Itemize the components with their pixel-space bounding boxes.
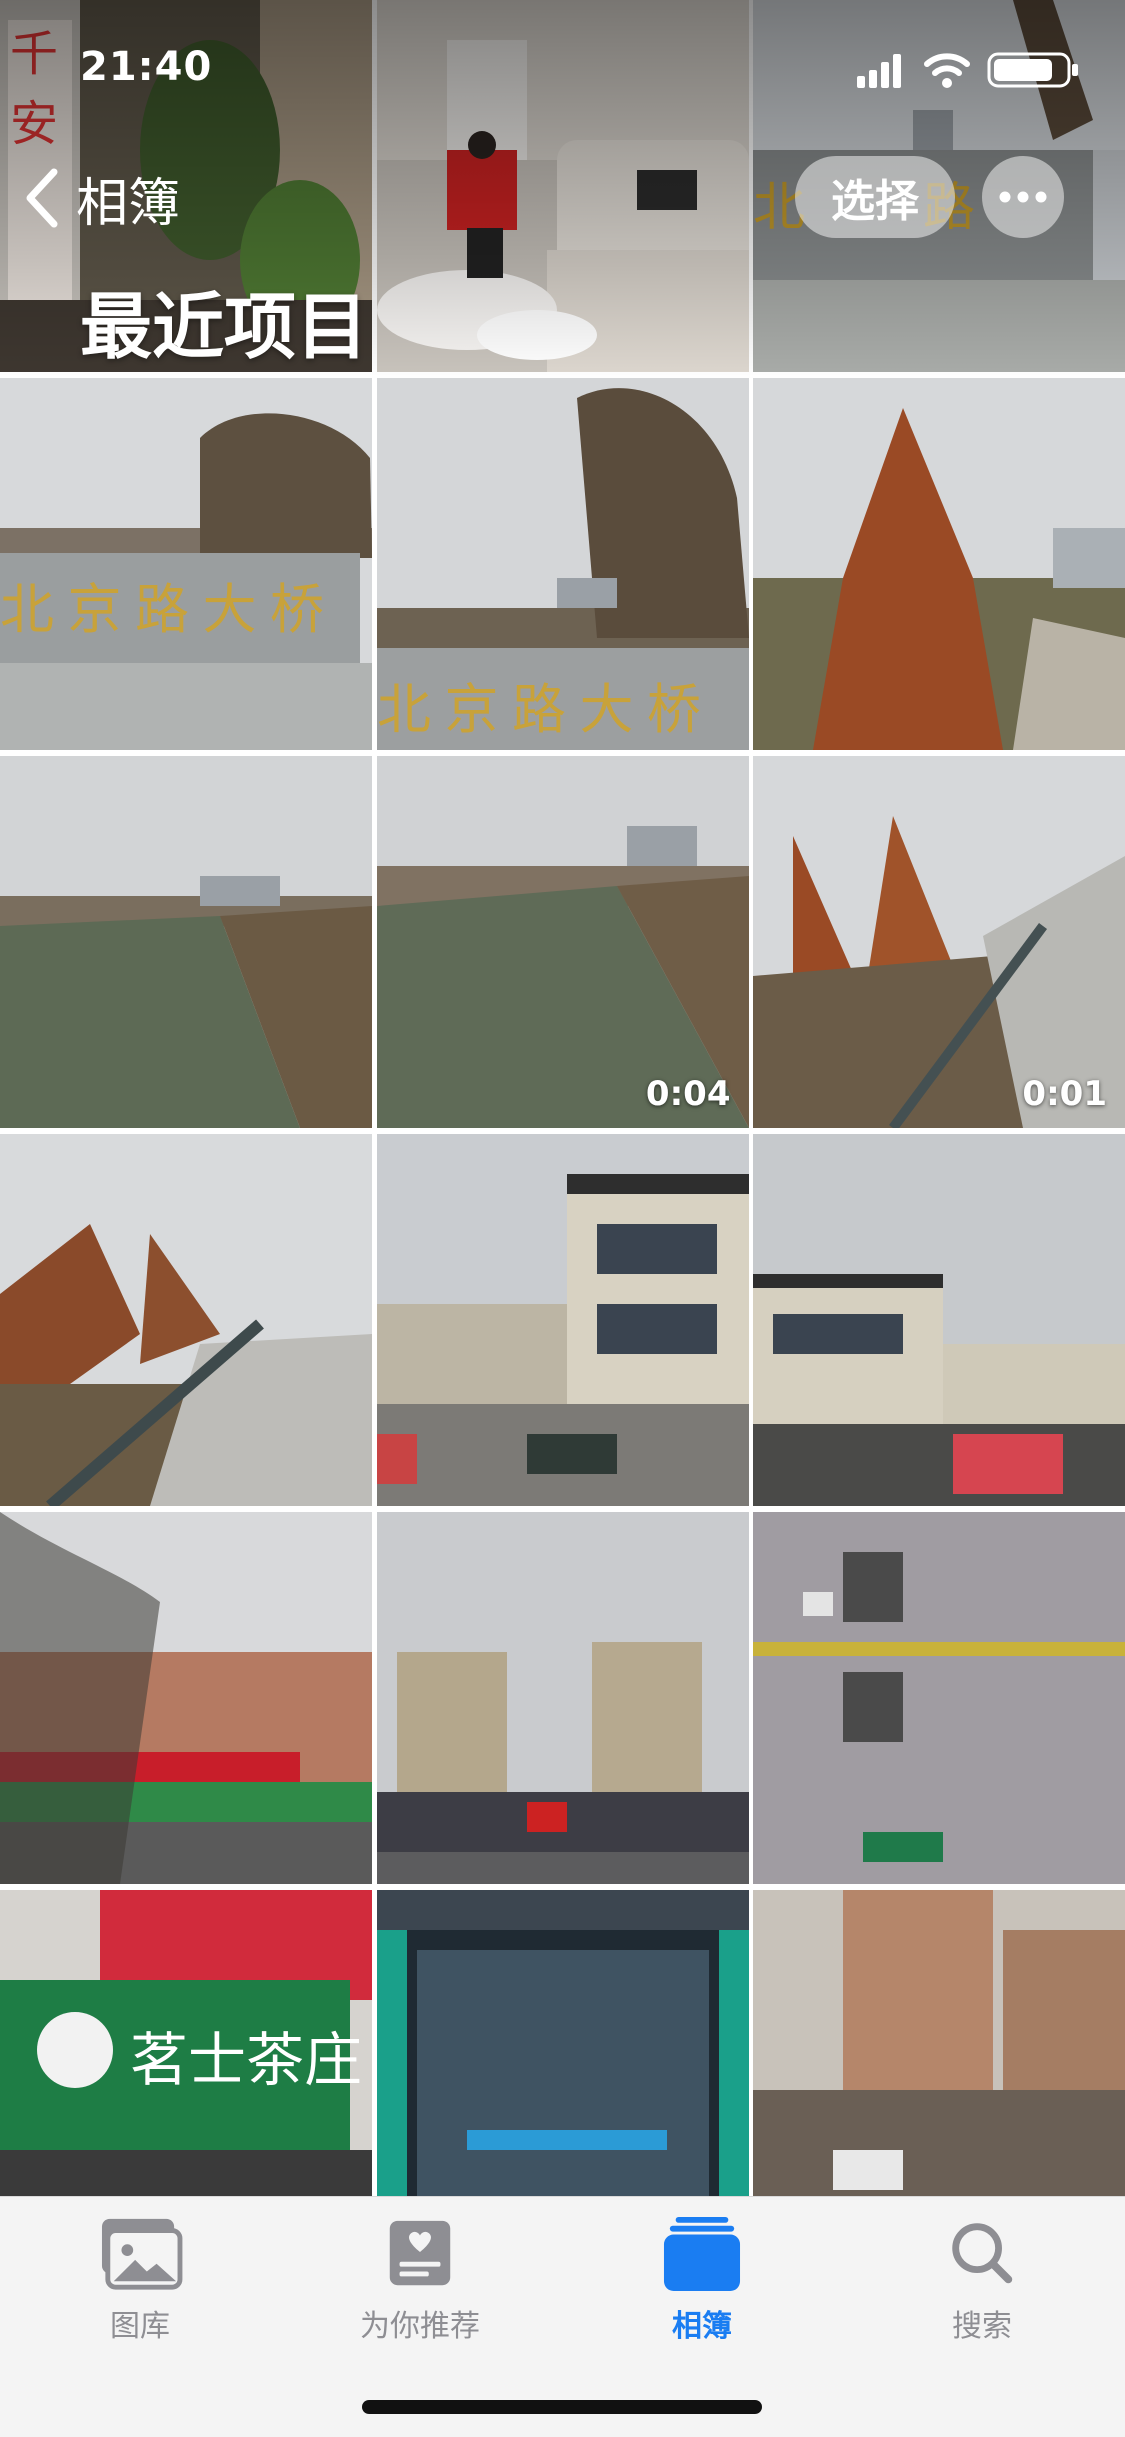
search-icon (952, 2223, 1013, 2284)
photo-library-icon (101, 2218, 183, 2290)
tab-for-you[interactable]: 为你推荐 (300, 2215, 540, 2345)
photo-image (753, 756, 1125, 1128)
photo-image (753, 1890, 1125, 2196)
tab-search[interactable]: 搜索 (862, 2215, 1102, 2345)
video-thumbnail[interactable]: 0:04 (376, 756, 749, 1128)
photo-thumbnail[interactable]: 北 京 路 大 桥 (0, 378, 372, 750)
photo-image (0, 756, 372, 1128)
ellipsis-icon (999, 191, 1047, 203)
photo-thumbnail[interactable] (0, 756, 372, 1128)
more-button[interactable] (982, 156, 1064, 238)
albums-icon (663, 2216, 741, 2292)
tab-library[interactable]: 图库 (20, 2215, 260, 2345)
status-time: 21:40 (80, 44, 213, 90)
photo-image (0, 1134, 372, 1506)
photo-image (376, 756, 749, 1128)
battery-icon (987, 52, 1078, 88)
video-duration: 0:01 (1022, 1074, 1107, 1114)
svg-text:安: 安 (10, 98, 58, 151)
photo-image (376, 0, 749, 372)
photo-image (753, 378, 1125, 750)
photo-thumbnail[interactable] (753, 1512, 1125, 1884)
photo-image (753, 1512, 1125, 1884)
tab-label: 搜索 (952, 2309, 1012, 2344)
photo-thumbnail[interactable] (376, 1890, 749, 2196)
photo-image (376, 1134, 749, 1506)
photo-image (0, 1512, 372, 1884)
photo-image (753, 1134, 1125, 1506)
photo-thumbnail[interactable] (753, 378, 1125, 750)
photo-image (376, 1890, 749, 2196)
video-thumbnail[interactable]: 0:01 (753, 756, 1125, 1128)
photo-thumbnail[interactable] (753, 1134, 1125, 1506)
status-icons (857, 52, 1078, 88)
photo-image: 茗士茶庄 (0, 1890, 372, 2196)
svg-text:北 京 路 大 桥: 北 京 路 大 桥 (377, 680, 701, 740)
photo-thumbnail[interactable] (753, 1890, 1125, 2196)
wifi-icon (924, 53, 970, 88)
photo-thumbnail[interactable] (0, 1512, 372, 1884)
svg-text:北 京 路 大 桥: 北 京 路 大 桥 (0, 580, 324, 640)
back-label: 相簿 (76, 173, 181, 234)
tab-label: 图库 (110, 2309, 170, 2344)
photo-image: 北 京 路 大 桥 (376, 378, 749, 750)
photo-thumbnail[interactable] (376, 0, 749, 372)
photo-thumbnail[interactable]: 北 京 路 大 桥 (376, 378, 749, 750)
select-button[interactable]: 选择 (795, 156, 955, 238)
photo-thumbnail[interactable]: 茗士茶庄 (0, 1890, 372, 2196)
home-indicator[interactable] (362, 2400, 762, 2414)
svg-text:千: 千 (10, 28, 58, 81)
back-button[interactable]: 相簿 (22, 158, 180, 238)
photo-thumbnail[interactable] (0, 1134, 372, 1506)
for-you-icon (389, 2220, 451, 2286)
svg-text:茗士茶庄: 茗士茶庄 (130, 2028, 362, 2093)
photo-image: 北 京 路 大 桥 (0, 378, 372, 750)
page-title: 最近项目 (80, 285, 369, 369)
tab-label: 相簿 (672, 2309, 732, 2344)
tab-label: 为你推荐 (360, 2309, 480, 2344)
photo-thumbnail[interactable] (376, 1134, 749, 1506)
video-duration: 0:04 (645, 1074, 731, 1114)
cellular-signal-icon (857, 54, 901, 88)
photo-thumbnail[interactable] (376, 1512, 749, 1884)
photo-image (376, 1512, 749, 1884)
tab-albums[interactable]: 相簿 (582, 2215, 822, 2345)
chevron-left-icon (26, 168, 58, 228)
